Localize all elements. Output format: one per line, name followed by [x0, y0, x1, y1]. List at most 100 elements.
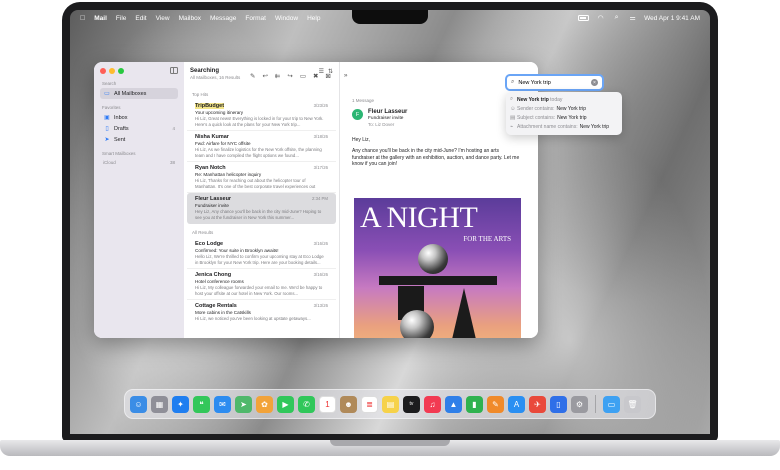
to-name[interactable]: Liz Dover: [375, 122, 394, 127]
from-name[interactable]: Fleur Lasseur: [368, 109, 407, 115]
close-button[interactable]: [100, 68, 106, 74]
dock-finder-icon[interactable]: ☺: [130, 395, 147, 413]
dock-photos-icon[interactable]: ✿: [256, 395, 273, 413]
menu-message[interactable]: Message: [210, 15, 236, 22]
dock-settings-icon[interactable]: ⚙: [571, 395, 588, 413]
sidebar-item-icloud[interactable]: iCloud 38: [100, 158, 178, 167]
document-icon: ▯: [105, 126, 109, 132]
spotlight-icon[interactable]: ⌕: [612, 14, 621, 22]
archive-icon[interactable]: ▭: [300, 72, 306, 80]
suggestion-item[interactable]: ⌁ Attachment name contains: New York tri…: [510, 122, 618, 131]
list-item[interactable]: TripBudget 3/23/26 Your upcoming itinerar…: [187, 100, 336, 131]
suggestion-label: Sender contains:: [517, 105, 555, 112]
suggestion-query: New York trip: [517, 96, 549, 103]
junk-icon[interactable]: ⊠: [325, 72, 330, 80]
cone-shape: [450, 288, 478, 338]
menu-help[interactable]: Help: [307, 15, 320, 22]
subject: More cabins in the Catskills: [195, 310, 251, 315]
menu-format[interactable]: Format: [245, 15, 266, 22]
dock-iphone-mirroring-icon[interactable]: ✈: [529, 395, 546, 413]
suggestion-label: Attachment name contains:: [517, 123, 578, 130]
message-body: Any chance you'll be back in the city mi…: [352, 148, 520, 167]
dock-facetime-icon[interactable]: ▶: [277, 395, 294, 413]
menu-view[interactable]: View: [156, 15, 170, 22]
dock-mail-icon[interactable]: ✉: [214, 395, 231, 413]
zoom-button[interactable]: [118, 68, 124, 74]
slab-shape: [379, 276, 497, 285]
dock-maps-icon[interactable]: ➤: [235, 395, 252, 413]
search-field[interactable]: ⌕ New York trip ×: [505, 74, 604, 91]
menu-mailbox[interactable]: Mailbox: [179, 15, 201, 22]
dock-calendar-icon[interactable]: 1: [319, 395, 336, 413]
dock-music-icon[interactable]: ♫: [424, 395, 441, 413]
subject: Re: Manhattan helicopter inquiry: [195, 172, 262, 177]
date: 3/16/26: [313, 272, 328, 277]
sidebar-item-all-mailboxes[interactable]: ▭ All Mailboxes: [100, 88, 178, 99]
list-item[interactable]: Ryan Notch 3/17/26 Re: Manhattan helicopt…: [187, 162, 336, 193]
suggestion-item[interactable]: ▤ Subject contains: New York trip: [510, 113, 618, 122]
search-icon: ⌕: [510, 96, 514, 102]
message-count: 1 Message: [352, 98, 375, 103]
control-center-icon[interactable]: ⚌: [628, 15, 637, 22]
list-item[interactable]: Jenica Chong 3/16/26 Hotel conference roo…: [187, 269, 336, 300]
forward-icon[interactable]: ↪: [287, 72, 292, 80]
battery-icon[interactable]: [578, 15, 590, 21]
date: 2:34 PM: [311, 196, 328, 201]
sidebar: Search ▭ All Mailboxes Favorites ▣ Inbox…: [94, 62, 184, 338]
dock-launchpad-icon[interactable]: ▦: [151, 395, 168, 413]
more-chevron-icon[interactable]: »: [344, 72, 348, 80]
menu-edit[interactable]: Edit: [135, 15, 146, 22]
dock-app-store-icon[interactable]: A: [508, 395, 525, 413]
dock-numbers-icon[interactable]: ▮: [466, 395, 483, 413]
menu-mail[interactable]: Mail: [94, 15, 107, 22]
sender: Nisha Kumar: [195, 134, 229, 140]
trash-icon[interactable]: ✖: [313, 72, 318, 80]
sidebar-section-smart-mailboxes[interactable]: Smart Mailboxes: [102, 151, 178, 156]
dock-separator: [595, 395, 596, 413]
dock-notes-icon[interactable]: ▤: [382, 395, 399, 413]
window-controls: [100, 68, 178, 74]
suggestion-item[interactable]: ⌕ New York trip today: [510, 95, 618, 104]
compose-icon[interactable]: ✎: [250, 72, 255, 80]
dock-keynote-icon[interactable]: ▲: [445, 395, 462, 413]
dock-trash-icon[interactable]: 🗑: [624, 395, 641, 413]
dock-messages-icon[interactable]: ❝: [193, 395, 210, 413]
subject: Hotel conference rooms: [195, 279, 244, 284]
dock-downloads-folder-icon[interactable]: ▭: [603, 395, 620, 413]
dock-safari-icon[interactable]: ✦: [172, 395, 189, 413]
dock-reminders-icon[interactable]: ≣: [361, 395, 378, 413]
sidebar-section-search: Search: [102, 81, 117, 86]
sidebar-item-inbox[interactable]: ▣ Inbox: [100, 112, 178, 123]
camera-notch: [352, 10, 428, 24]
reply-icon[interactable]: ↩: [262, 72, 267, 80]
clear-search-icon[interactable]: ×: [591, 79, 598, 86]
all-results-label: All Results: [192, 230, 214, 235]
sidebar-toggle-icon[interactable]: [170, 67, 178, 74]
list-item[interactable]: Cottage Rentals 3/13/26 More cabins in th…: [187, 300, 336, 330]
reply-all-icon[interactable]: ⇇: [275, 72, 280, 80]
menu-window[interactable]: Window: [275, 15, 298, 22]
minimize-button[interactable]: [109, 68, 115, 74]
list-item[interactable]: Eco Lodge 3/16/26 Confirmed: Your suite i…: [187, 238, 336, 269]
dock-system-settings-icon[interactable]: ▯: [550, 395, 567, 413]
wifi-icon[interactable]: ◠: [596, 15, 605, 22]
dock-contacts-icon[interactable]: ☻: [340, 395, 357, 413]
dock-pages-icon[interactable]: ✎: [487, 395, 504, 413]
sidebar-item-drafts[interactable]: ▯ Drafts 4: [100, 123, 178, 134]
apple-icon[interactable]: : [80, 15, 85, 22]
sidebar-item-label: Drafts: [114, 125, 129, 132]
preview: Hi Liz, Thanks for reaching out about th…: [195, 178, 316, 189]
suggestion-item[interactable]: ☺ Sender contains: New York trip: [510, 104, 618, 113]
menu-clock[interactable]: Wed Apr 1 9:41 AM: [644, 15, 700, 22]
dock-tv-icon[interactable]: tv: [403, 395, 420, 413]
suggestion-label: Subject contains:: [517, 114, 556, 121]
menu-file[interactable]: File: [116, 15, 126, 22]
preview: Hi Liz, As we finalize logistics for the…: [195, 147, 322, 158]
list-item-selected[interactable]: Fleur Lasseur 2:34 PM Fundraiser invite H…: [187, 193, 336, 224]
list-item[interactable]: Nisha Kumar 3/18/26 Fwd: Airfare for NYC …: [187, 131, 336, 162]
message-subject: Fundraiser invite: [368, 116, 404, 121]
dock-phone-icon[interactable]: ✆: [298, 395, 315, 413]
sender: Eco Lodge: [195, 241, 224, 247]
sidebar-item-sent[interactable]: ➤ Sent: [100, 134, 178, 145]
mail-window: Search ▭ All Mailboxes Favorites ▣ Inbox…: [94, 62, 538, 338]
